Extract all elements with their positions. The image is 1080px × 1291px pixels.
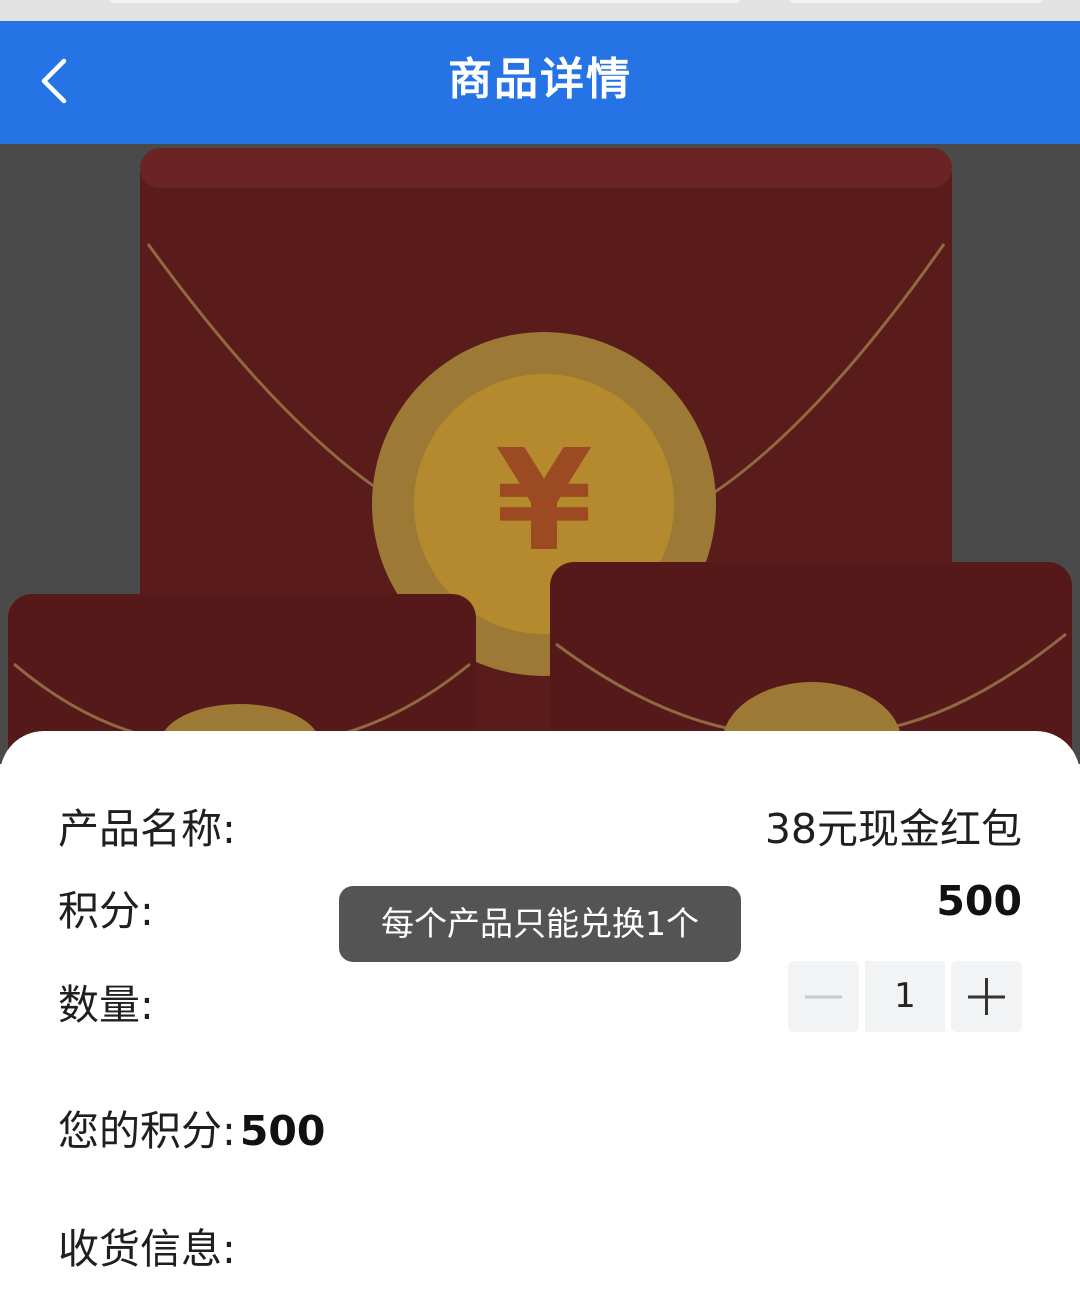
quantity-label: 数量:: [58, 981, 154, 1029]
plus-icon: [968, 978, 1005, 1015]
shipping-info-label: 收货信息:: [58, 1225, 236, 1273]
product-name-label: 产品名称:: [58, 805, 236, 853]
points-label: 积分:: [58, 887, 154, 935]
product-image: ¥: [0, 144, 1080, 764]
decrease-button[interactable]: [788, 961, 859, 1032]
status-bar-segment: [110, 0, 740, 3]
minus-icon: [805, 995, 842, 999]
svg-text:¥: ¥: [495, 420, 592, 583]
points-value: 500: [936, 877, 1022, 925]
status-bar-segment: [790, 0, 1042, 3]
red-envelope-illustration: ¥: [0, 144, 1080, 764]
my-points-label: 您的积分:: [58, 1107, 236, 1155]
product-info-panel: 产品名称: 38元现金红包 积分: 500 数量: 1 您的积分:500 收货信…: [0, 731, 1080, 1291]
my-points-value: 500: [239, 1107, 326, 1155]
quantity-input[interactable]: 1: [865, 961, 945, 1032]
my-points-row: 您的积分:500: [58, 1097, 325, 1157]
product-name-value: 38元现金红包: [764, 805, 1022, 853]
page-title: 商品详情: [448, 54, 632, 105]
increase-button[interactable]: [951, 961, 1022, 1032]
status-bar: [0, 0, 1080, 21]
navigation-bar: 商品详情: [0, 21, 1080, 144]
toast-message: 每个产品只能兑换1个: [339, 886, 741, 962]
quantity-stepper: 1: [788, 961, 1022, 1032]
